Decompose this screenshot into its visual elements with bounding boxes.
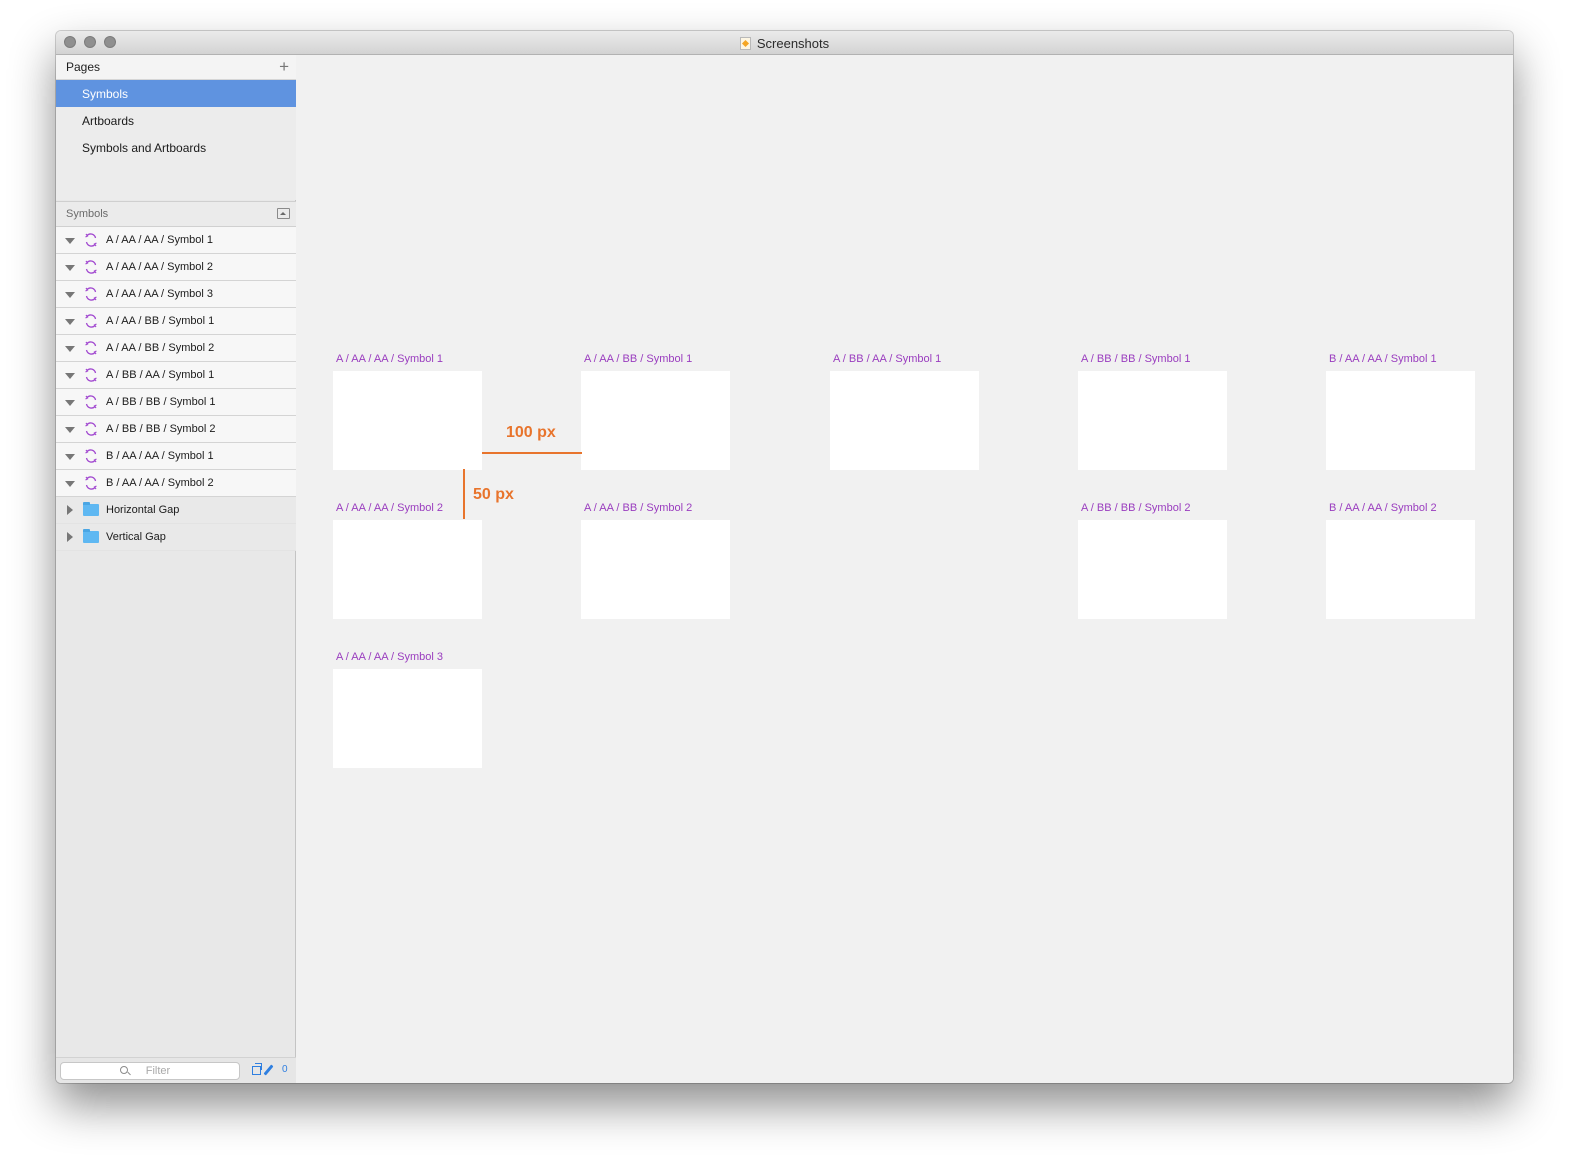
symbol-master-icon [85, 449, 97, 463]
disclosure-triangle-icon[interactable] [65, 265, 75, 271]
symbol-master-icon [85, 341, 97, 355]
disclosure-triangle-icon[interactable] [65, 454, 75, 460]
symbol-master-icon [85, 422, 97, 436]
document-icon [739, 37, 751, 50]
pages-header: Pages + [56, 55, 296, 80]
pages-title: Pages [66, 60, 101, 74]
layer-label: A / BB / AA / Symbol 1 [106, 369, 215, 381]
horizontal-gap-line [482, 452, 582, 454]
vertical-gap-label: 50 px [473, 486, 514, 503]
page-item-symbols-and-artboards[interactable]: Symbols and Artboards [56, 134, 296, 161]
disclosure-triangle-icon[interactable] [65, 238, 75, 244]
layer-label: A / AA / BB / Symbol 2 [106, 342, 215, 354]
artboard-title[interactable]: A / BB / AA / Symbol 1 [833, 353, 941, 365]
filter-bar: 0 [56, 1057, 296, 1083]
symbol-artboard[interactable] [1326, 520, 1475, 619]
symbol-artboard[interactable] [581, 520, 730, 619]
page-item-symbols[interactable]: Symbols [56, 80, 296, 107]
title-bar[interactable]: Screenshots [56, 31, 1513, 55]
sidebar: Pages + Symbols Artboards Symbols and Ar… [56, 55, 296, 1083]
artboard-title[interactable]: A / AA / BB / Symbol 1 [584, 353, 692, 365]
layer-label: A / BB / BB / Symbol 2 [106, 423, 216, 435]
layer-row-symbol[interactable]: B / AA / AA / Symbol 2 [56, 470, 296, 497]
disclosure-triangle-icon[interactable] [65, 319, 75, 325]
disclosure-triangle-icon[interactable] [65, 400, 75, 406]
disclosure-triangle-icon[interactable] [67, 532, 73, 542]
filter-input[interactable] [60, 1062, 240, 1080]
folder-icon [83, 529, 99, 543]
layer-label: Vertical Gap [106, 531, 166, 543]
layer-label: Horizontal Gap [106, 504, 180, 516]
layers-header: Symbols [56, 201, 296, 227]
layer-row-symbol[interactable]: A / AA / BB / Symbol 1 [56, 308, 296, 335]
symbol-artboard[interactable] [1078, 520, 1227, 619]
layer-label: A / BB / BB / Symbol 1 [106, 396, 216, 408]
artboard-title[interactable]: A / AA / BB / Symbol 2 [584, 502, 692, 514]
app-window: Screenshots Pages + Symbols Artboards Sy… [56, 31, 1513, 1083]
artboard-title[interactable]: B / AA / AA / Symbol 1 [1329, 353, 1437, 365]
vertical-gap-line [463, 469, 465, 519]
layer-row-symbol[interactable]: A / BB / BB / Symbol 1 [56, 389, 296, 416]
symbol-artboard[interactable] [1326, 371, 1475, 470]
disclosure-triangle-icon[interactable] [65, 373, 75, 379]
symbol-master-icon [85, 395, 97, 409]
page-item-artboards[interactable]: Artboards [56, 107, 296, 134]
symbol-artboard[interactable] [581, 371, 730, 470]
search-icon [120, 1066, 128, 1074]
artboard-title[interactable]: A / AA / AA / Symbol 3 [336, 651, 443, 663]
disclosure-triangle-icon[interactable] [65, 346, 75, 352]
layer-label: A / AA / BB / Symbol 1 [106, 315, 215, 327]
disclosure-triangle-icon[interactable] [65, 292, 75, 298]
symbol-master-icon [85, 233, 97, 247]
filter-count: 0 [282, 1064, 288, 1075]
disclosure-triangle-icon[interactable] [67, 505, 73, 515]
layer-row-symbol[interactable]: B / AA / AA / Symbol 1 [56, 443, 296, 470]
folder-icon [83, 502, 99, 516]
symbol-artboard[interactable] [333, 669, 482, 768]
artboard-title[interactable]: A / BB / BB / Symbol 2 [1081, 502, 1190, 514]
plus-icon[interactable]: + [279, 58, 289, 75]
layer-row-symbol[interactable]: A / AA / AA / Symbol 2 [56, 254, 296, 281]
layer-row-symbol[interactable]: A / BB / BB / Symbol 2 [56, 416, 296, 443]
disclosure-triangle-icon[interactable] [65, 427, 75, 433]
window-title-group: Screenshots [56, 35, 1513, 53]
layer-row-symbol[interactable]: A / AA / BB / Symbol 2 [56, 335, 296, 362]
symbol-master-icon [85, 476, 97, 490]
layers-title: Symbols [66, 208, 109, 220]
artboard-title[interactable]: A / AA / AA / Symbol 1 [336, 353, 443, 365]
symbol-master-icon [85, 368, 97, 382]
layer-row-symbol[interactable]: A / AA / AA / Symbol 1 [56, 227, 296, 254]
layer-row-group[interactable]: Horizontal Gap [56, 497, 296, 524]
artboard-title[interactable]: B / AA / AA / Symbol 2 [1329, 502, 1437, 514]
canvas[interactable]: A / AA / AA / Symbol 1 A / AA / BB / Symb… [297, 55, 1513, 1083]
artboard-title[interactable]: A / AA / AA / Symbol 2 [336, 502, 443, 514]
symbol-master-icon [85, 260, 97, 274]
window-title: Screenshots [756, 36, 830, 51]
brush-icon[interactable] [263, 1064, 274, 1076]
symbol-master-icon [85, 287, 97, 301]
layer-label: A / AA / AA / Symbol 3 [106, 288, 214, 300]
symbol-artboard[interactable] [333, 371, 482, 470]
symbol-artboard[interactable] [1078, 371, 1227, 470]
layer-label: A / AA / AA / Symbol 2 [106, 261, 214, 273]
collapse-icon[interactable] [277, 208, 290, 219]
layer-label: B / AA / AA / Symbol 1 [106, 450, 214, 462]
layer-label: B / AA / AA / Symbol 2 [106, 477, 214, 489]
instances-filter-icon[interactable] [252, 1063, 262, 1075]
symbol-master-icon [85, 314, 97, 328]
layer-row-group[interactable]: Vertical Gap [56, 524, 296, 551]
horizontal-gap-label: 100 px [506, 424, 556, 441]
artboard-title[interactable]: A / BB / BB / Symbol 1 [1081, 353, 1190, 365]
symbol-artboard[interactable] [830, 371, 979, 470]
layer-row-symbol[interactable]: A / AA / AA / Symbol 3 [56, 281, 296, 308]
disclosure-triangle-icon[interactable] [65, 481, 75, 487]
layer-label: A / AA / AA / Symbol 1 [106, 234, 214, 246]
layer-row-symbol[interactable]: A / BB / AA / Symbol 1 [56, 362, 296, 389]
symbol-artboard[interactable] [333, 520, 482, 619]
